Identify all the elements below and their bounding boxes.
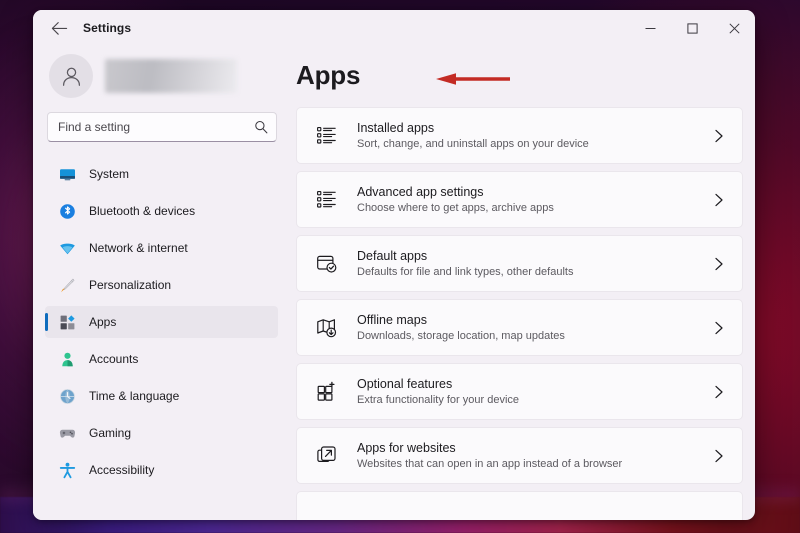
card-title: Installed apps [357, 120, 435, 135]
card-optional-features[interactable]: Optional features Extra functionality fo… [296, 363, 743, 420]
sidebar-item-time-language[interactable]: Time & language [45, 380, 278, 412]
search-box [47, 112, 277, 142]
sidebar-item-label: System [89, 167, 130, 181]
close-icon[interactable] [713, 10, 755, 46]
back-arrow-icon[interactable] [43, 13, 75, 43]
chevron-right-icon [710, 255, 728, 273]
card-partial-next[interactable] [296, 491, 743, 520]
sidebar-item-system[interactable]: System [45, 158, 278, 190]
sidebar-item-label: Bluetooth & devices [89, 204, 196, 218]
sidebar-item-label: Accessibility [89, 463, 155, 477]
card-text: Installed apps Sort, change, and uninsta… [357, 120, 710, 152]
window-body: System Bluetooth & devices [33, 46, 755, 520]
sidebar-item-apps[interactable]: Apps [45, 306, 278, 338]
maximize-icon[interactable] [671, 10, 713, 46]
card-text: Optional features Extra functionality fo… [357, 376, 710, 408]
sidebar-item-label: Network & internet [89, 241, 188, 255]
chevron-right-icon [710, 319, 728, 337]
monitor-icon [59, 166, 76, 183]
card-apps-for-websites[interactable]: Apps for websites Websites that can open… [296, 427, 743, 484]
window-check-icon [315, 253, 337, 275]
card-text: Default apps Defaults for file and link … [357, 248, 710, 280]
card-subtitle: Websites that can open in an app instead… [357, 457, 623, 470]
sidebar-item-personalization[interactable]: Personalization [45, 269, 278, 301]
card-text: Apps for websites Websites that can open… [357, 440, 710, 472]
chevron-right-icon [710, 127, 728, 145]
card-subtitle: Choose where to get apps, archive apps [357, 201, 554, 214]
grid-plus-icon [315, 381, 337, 403]
card-subtitle: Downloads, storage location, map updates [357, 329, 565, 342]
chevron-right-icon [710, 191, 728, 209]
clock-globe-icon [59, 388, 76, 405]
gamepad-icon [59, 425, 76, 442]
desktop-background: Settings Find a setting System Bluetooth… [0, 0, 800, 533]
wifi-icon [59, 240, 76, 257]
bulleted-list-icon [315, 189, 337, 211]
card-title: Default apps [357, 248, 428, 263]
settings-window: Settings Find a setting System Bluetooth… [33, 10, 755, 520]
card-title: Apps for websites [357, 440, 456, 455]
card-offline-maps[interactable]: Offline maps Downloads, storage location… [296, 299, 743, 356]
sidebar-item-label: Apps [89, 315, 117, 329]
sidebar: System Bluetooth & devices [33, 46, 290, 520]
window-title: Settings [83, 21, 132, 35]
accessibility-icon [59, 462, 76, 479]
card-text: Offline maps Downloads, storage location… [357, 312, 710, 344]
card-subtitle: Extra functionality for your device [357, 393, 520, 406]
main-content: Apps Installed apps Sort, change, and un… [290, 46, 755, 520]
user-profile[interactable] [45, 46, 278, 108]
map-download-icon [315, 317, 337, 339]
minimize-icon[interactable] [629, 10, 671, 46]
chevron-right-icon [710, 383, 728, 401]
open-external-icon [315, 445, 337, 467]
apps-grid-icon [59, 314, 76, 331]
person-badge-icon [59, 351, 76, 368]
sidebar-item-label: Personalization [89, 278, 172, 292]
sidebar-item-network-internet[interactable]: Network & internet [45, 232, 278, 264]
card-installed-apps[interactable]: Installed apps Sort, change, and uninsta… [296, 107, 743, 164]
chevron-right-icon [710, 447, 728, 465]
sidebar-item-accounts[interactable]: Accounts [45, 343, 278, 375]
bluetooth-icon [59, 203, 76, 220]
card-advanced-app-settings[interactable]: Advanced app settings Choose where to ge… [296, 171, 743, 228]
window-controls [629, 10, 755, 46]
sidebar-nav: System Bluetooth & devices Network & int… [45, 158, 278, 490]
sidebar-item-label: Gaming [89, 426, 132, 440]
sidebar-item-gaming[interactable]: Gaming [45, 417, 278, 449]
card-title: Optional features [357, 376, 453, 391]
bulleted-list-icon [315, 125, 337, 147]
card-title: Offline maps [357, 312, 427, 327]
settings-card-list: Installed apps Sort, change, and uninsta… [290, 107, 753, 520]
page-title: Apps [296, 60, 361, 90]
paintbrush-icon [59, 277, 76, 294]
person-avatar-icon [49, 54, 93, 98]
card-text: Advanced app settings Choose where to ge… [357, 184, 710, 216]
card-subtitle: Sort, change, and uninstall apps on your… [357, 137, 589, 150]
card-default-apps[interactable]: Default apps Defaults for file and link … [296, 235, 743, 292]
card-subtitle: Defaults for file and link types, other … [357, 265, 574, 278]
search-input[interactable] [47, 112, 277, 142]
user-name-redacted [105, 59, 237, 93]
sidebar-item-label: Time & language [89, 389, 180, 403]
title-bar: Settings [33, 10, 755, 46]
sidebar-item-label: Accounts [89, 352, 139, 366]
sidebar-item-bluetooth-devices[interactable]: Bluetooth & devices [45, 195, 278, 227]
card-title: Advanced app settings [357, 184, 484, 199]
sidebar-item-accessibility[interactable]: Accessibility [45, 454, 278, 486]
